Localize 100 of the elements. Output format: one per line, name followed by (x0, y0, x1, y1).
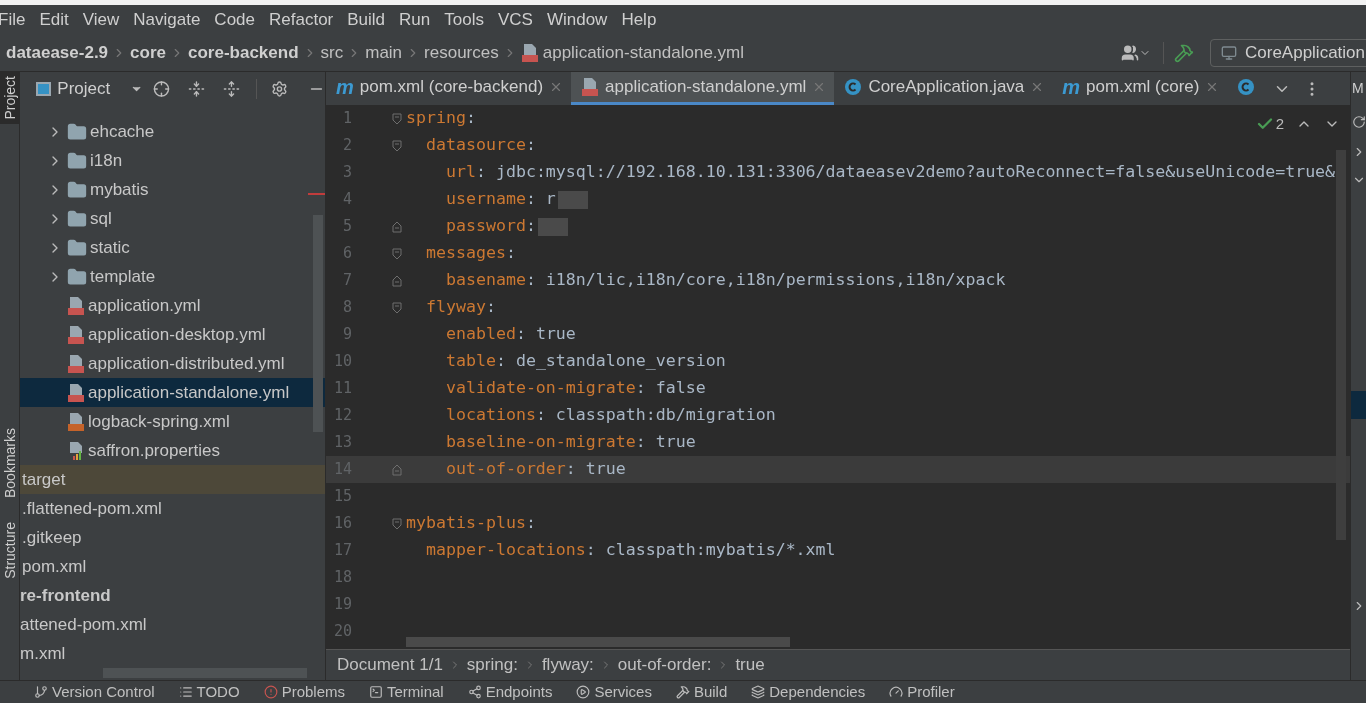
menu-item[interactable]: Refactor (269, 7, 334, 33)
services-icon[interactable] (576, 685, 591, 699)
tree-item[interactable]: target (20, 465, 325, 494)
fold-icon[interactable] (392, 139, 402, 152)
tree-item[interactable]: .flattened-pom.xml (20, 494, 325, 523)
todo-icon[interactable] (178, 685, 193, 699)
scrollbar[interactable] (313, 215, 323, 432)
vcs-icon[interactable] (34, 685, 48, 699)
tool-window-button[interactable]: Version Control (52, 680, 155, 703)
refresh-icon[interactable] (1351, 115, 1366, 129)
settings-icon[interactable] (271, 79, 289, 98)
dependencies-icon[interactable] (751, 685, 766, 699)
fold-icon[interactable] (392, 517, 402, 530)
line-number: 9 (341, 324, 352, 346)
tree-item[interactable]: sql (20, 204, 325, 233)
breadcrumb-item[interactable]: dataease-2.9 (6, 40, 109, 66)
tree-item[interactable]: re-frontend (20, 581, 325, 610)
tree-item[interactable]: attened-pom.xml (20, 610, 325, 639)
menu-item[interactable]: Help (621, 7, 657, 33)
fold-icon[interactable] (392, 301, 402, 314)
fold-icon[interactable] (392, 274, 402, 287)
tree-item[interactable]: .gitkeep (20, 523, 325, 552)
build-icon[interactable] (675, 685, 690, 699)
tool-window-button[interactable]: Endpoints (485, 680, 553, 703)
breadcrumb-item[interactable]: main (365, 40, 403, 66)
tool-window-button[interactable]: TODO (196, 680, 240, 703)
fold-icon[interactable] (392, 247, 402, 260)
terminal-icon[interactable] (369, 685, 383, 699)
endpoints-icon[interactable] (467, 685, 482, 699)
user-icon[interactable] (1121, 44, 1151, 62)
profiler-icon[interactable] (889, 685, 904, 699)
tree-item[interactable]: template (20, 262, 325, 291)
line-number: 10 (332, 351, 352, 373)
editor-tab[interactable]: CoreApplication.java (834, 72, 1053, 105)
code-line: validate-on-migrate: false (444, 377, 706, 400)
menu-item[interactable]: Navigate (133, 7, 201, 33)
breadcrumb-item[interactable]: core-backend (188, 40, 299, 66)
breadcrumb-item[interactable]: out-of-order: (617, 652, 712, 678)
menu-item[interactable]: View (82, 7, 120, 33)
tree-item[interactable]: application-standalone.yml (20, 378, 325, 407)
maven-icon: m (1062, 77, 1081, 97)
tool-window-tab[interactable]: Project (0, 72, 19, 124)
code-line: out-of-order: true (444, 458, 626, 481)
tool-window-button[interactable]: Build (693, 680, 728, 703)
menu-item[interactable]: Edit (39, 7, 69, 33)
tool-window-button[interactable]: Services (594, 680, 652, 703)
tree-item[interactable]: application-desktop.yml (20, 320, 325, 349)
tree-item[interactable]: static (20, 233, 325, 262)
panel-icon (36, 81, 52, 96)
tree-item[interactable]: pom.xml (20, 552, 325, 581)
tool-window-button[interactable]: Dependencies (769, 680, 866, 703)
tree-item[interactable]: mybatis (20, 175, 325, 204)
menu-item[interactable]: Window (546, 7, 608, 33)
breadcrumb-item[interactable]: core (130, 40, 166, 66)
breadcrumb-item[interactable]: true (735, 652, 765, 678)
inspection-count[interactable]: 2 (1275, 113, 1284, 136)
breadcrumb-item[interactable]: resources (424, 40, 499, 66)
run-config-dropdown[interactable]: CoreApplication (1210, 39, 1366, 67)
folder-icon (67, 121, 87, 142)
panel-title[interactable]: Project (57, 75, 111, 102)
code-line: username: r (444, 188, 556, 211)
menu-item[interactable]: Build (347, 7, 386, 33)
menu-item[interactable]: Tools (444, 7, 484, 33)
menu-item[interactable]: VCS (497, 7, 533, 33)
tool-window-button[interactable]: Terminal (387, 680, 444, 703)
breadcrumb-item[interactable]: Document 1/1 (337, 652, 443, 678)
line-number: 5 (341, 216, 352, 238)
breadcrumb-item[interactable]: spring: (466, 652, 518, 678)
hammer-icon[interactable] (1174, 43, 1194, 63)
tool-window-button[interactable]: Problems (281, 680, 345, 703)
tree-item[interactable]: application-distributed.yml (20, 349, 325, 378)
fold-icon[interactable] (392, 220, 402, 233)
locate-icon[interactable] (153, 79, 171, 98)
tool-window-tab[interactable]: Bookmarks (0, 423, 19, 502)
tree-item[interactable]: saffron.properties (20, 436, 325, 465)
fold-icon[interactable] (392, 112, 402, 125)
tool-window-tab[interactable]: Structure (0, 517, 19, 583)
menu-item[interactable]: File (0, 7, 26, 33)
tree-item[interactable]: logback-spring.xml (20, 407, 325, 436)
folder-icon (67, 208, 87, 229)
line-number: 12 (332, 405, 352, 427)
code-line: datasource: (424, 134, 536, 157)
breadcrumb-item[interactable]: flyway: (541, 652, 594, 678)
line-number: 2 (341, 135, 352, 157)
tree-item[interactable]: m.xml (20, 639, 325, 668)
menu-item[interactable]: Run (399, 7, 431, 33)
editor-tab[interactable]: application-standalone.yml (571, 72, 835, 105)
scrollbar[interactable] (406, 637, 790, 647)
editor-tab[interactable]: m pom.xml (core) (1052, 72, 1228, 105)
line-number: 13 (332, 432, 352, 454)
tree-item[interactable]: ehcache (20, 117, 325, 146)
editor-tab[interactable]: m pom.xml (core-backend) (326, 72, 572, 105)
maven-tab[interactable]: M (1351, 78, 1364, 99)
tree-item[interactable]: i18n (20, 146, 325, 175)
breadcrumb-item[interactable]: src (320, 40, 344, 66)
breadcrumb-item[interactable]: application-standalone.yml (542, 40, 744, 66)
tree-item[interactable]: application.yml (20, 291, 325, 320)
menu-item[interactable]: Code (214, 7, 255, 33)
tool-window-button[interactable]: Profiler (907, 680, 955, 703)
maven-icon: m (336, 77, 354, 97)
